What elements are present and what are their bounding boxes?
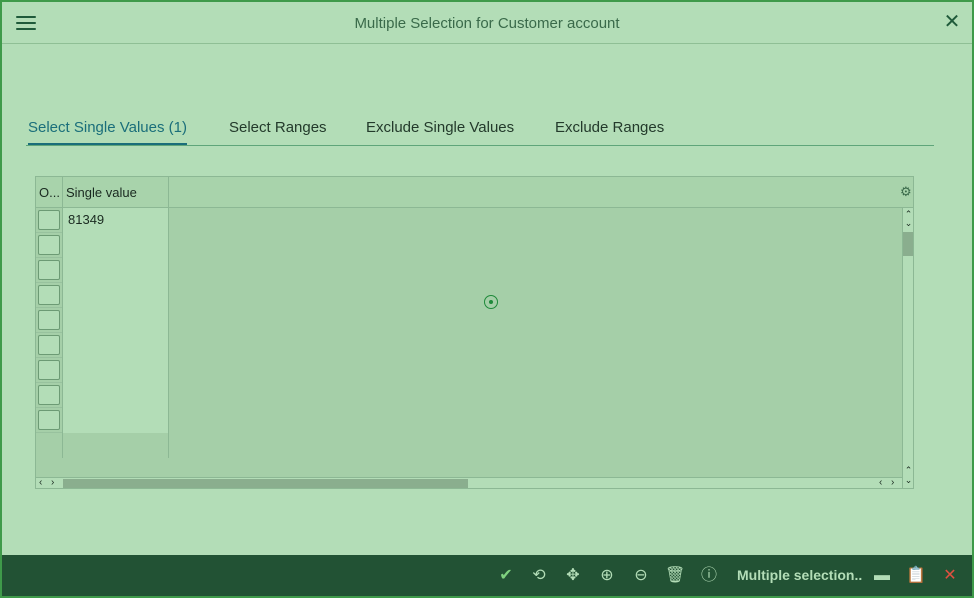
tab-exclude-single-values[interactable]: Exclude Single Values [366, 119, 514, 136]
row-select-button[interactable] [38, 385, 60, 405]
vertical-scroll-thumb[interactable] [903, 232, 913, 256]
cursor-crosshair-icon [484, 295, 498, 309]
scroll-left-icon[interactable]: ‹ [39, 478, 42, 488]
scroll-up-bottom-icon[interactable]: ⌃ [903, 466, 914, 475]
row-selector [36, 258, 63, 283]
row-selector [36, 233, 63, 258]
column-header-option[interactable]: O... [36, 177, 63, 208]
scroll-left-end-icon[interactable]: ‹ [879, 478, 882, 488]
table-row [36, 358, 902, 383]
table-row [36, 258, 902, 283]
table-row [36, 233, 902, 258]
single-value-field[interactable] [63, 308, 169, 333]
tab-exclude-ranges[interactable]: Exclude Ranges [555, 119, 664, 136]
info-icon[interactable]: ⓘ [699, 566, 719, 586]
row-selector [36, 408, 63, 433]
scroll-down-bottom-icon[interactable]: ⌄ [903, 476, 914, 485]
table-row [36, 308, 902, 333]
single-value-field[interactable] [63, 408, 169, 433]
row-select-button[interactable] [38, 260, 60, 280]
row-select-button[interactable] [38, 210, 60, 230]
row-select-button[interactable] [38, 235, 60, 255]
multiple-selection-dialog: Multiple Selection for Customer account … [0, 0, 974, 598]
row-select-button[interactable] [38, 410, 60, 430]
row-selector [36, 358, 63, 383]
row-selector [36, 333, 63, 358]
close-icon[interactable]: ✕ [942, 12, 962, 32]
delete-icon[interactable]: 🗑 [665, 566, 685, 586]
table-settings-icon[interactable]: ⚙ [900, 185, 914, 199]
single-value-field[interactable] [63, 233, 169, 258]
single-value-field[interactable] [63, 358, 169, 383]
clipboard-icon[interactable]: 📋 [906, 566, 926, 586]
comment-icon[interactable]: ▬ [872, 566, 892, 586]
horizontal-scroll-thumb[interactable] [63, 479, 468, 488]
selection-tabs: Select Single Values (1) Select Ranges E… [26, 116, 934, 146]
dialog-title: Multiple Selection for Customer account [354, 15, 620, 32]
single-value-field[interactable] [63, 283, 169, 308]
scroll-down-icon[interactable]: ⌄ [903, 219, 914, 228]
row-selector [36, 208, 63, 233]
multiple-selection-button[interactable]: Multiple selection.. [737, 567, 862, 583]
row-select-button[interactable] [38, 360, 60, 380]
table-row-blank [36, 433, 902, 458]
remove-icon[interactable]: ⊖ [631, 566, 651, 586]
dialog-title-bar: Multiple Selection for Customer account … [2, 2, 972, 44]
row-selector [36, 283, 63, 308]
single-value-field[interactable] [63, 333, 169, 358]
single-value-field[interactable]: 81349 [63, 208, 169, 233]
table-row [36, 283, 902, 308]
horizontal-scrollbar[interactable]: ‹ › ‹ › [36, 477, 902, 488]
dialog-footer-toolbar: ✔ ⟲ ✥ ⊕ ⊖ 🗑 ⓘ Multiple selection.. ▬ 📋 ✕ [2, 555, 972, 596]
cancel-icon[interactable]: ✕ [940, 566, 960, 586]
table-row [36, 333, 902, 358]
single-value-field[interactable] [63, 383, 169, 408]
single-value-field[interactable] [63, 258, 169, 283]
scroll-right-end-icon[interactable]: › [891, 478, 894, 488]
row-select-button[interactable] [38, 335, 60, 355]
row-selector [36, 383, 63, 408]
table-row [36, 408, 902, 433]
tab-select-single-values[interactable]: Select Single Values (1) [28, 119, 187, 145]
vertical-scrollbar[interactable]: ⌃ ⌄ ⌃ ⌄ [902, 208, 913, 488]
table-row [36, 383, 902, 408]
single-values-table: O... Single value ⚙ 81349 ⌃ ⌄ ⌃ ⌄ ‹ › ‹ … [35, 176, 914, 489]
row-select-button[interactable] [38, 285, 60, 305]
table-row: 81349 [36, 208, 902, 233]
row-select-button[interactable] [38, 310, 60, 330]
row-selector [36, 308, 63, 333]
move-icon[interactable]: ✥ [563, 566, 583, 586]
clock-icon[interactable]: ⟲ [529, 566, 549, 586]
column-header-single-value[interactable]: Single value [63, 177, 169, 208]
table-header: O... Single value ⚙ [36, 177, 913, 208]
add-icon[interactable]: ⊕ [597, 566, 617, 586]
check-icon[interactable]: ✔ [496, 566, 516, 586]
scroll-right-icon[interactable]: › [51, 478, 54, 488]
tab-select-ranges[interactable]: Select Ranges [229, 119, 327, 136]
